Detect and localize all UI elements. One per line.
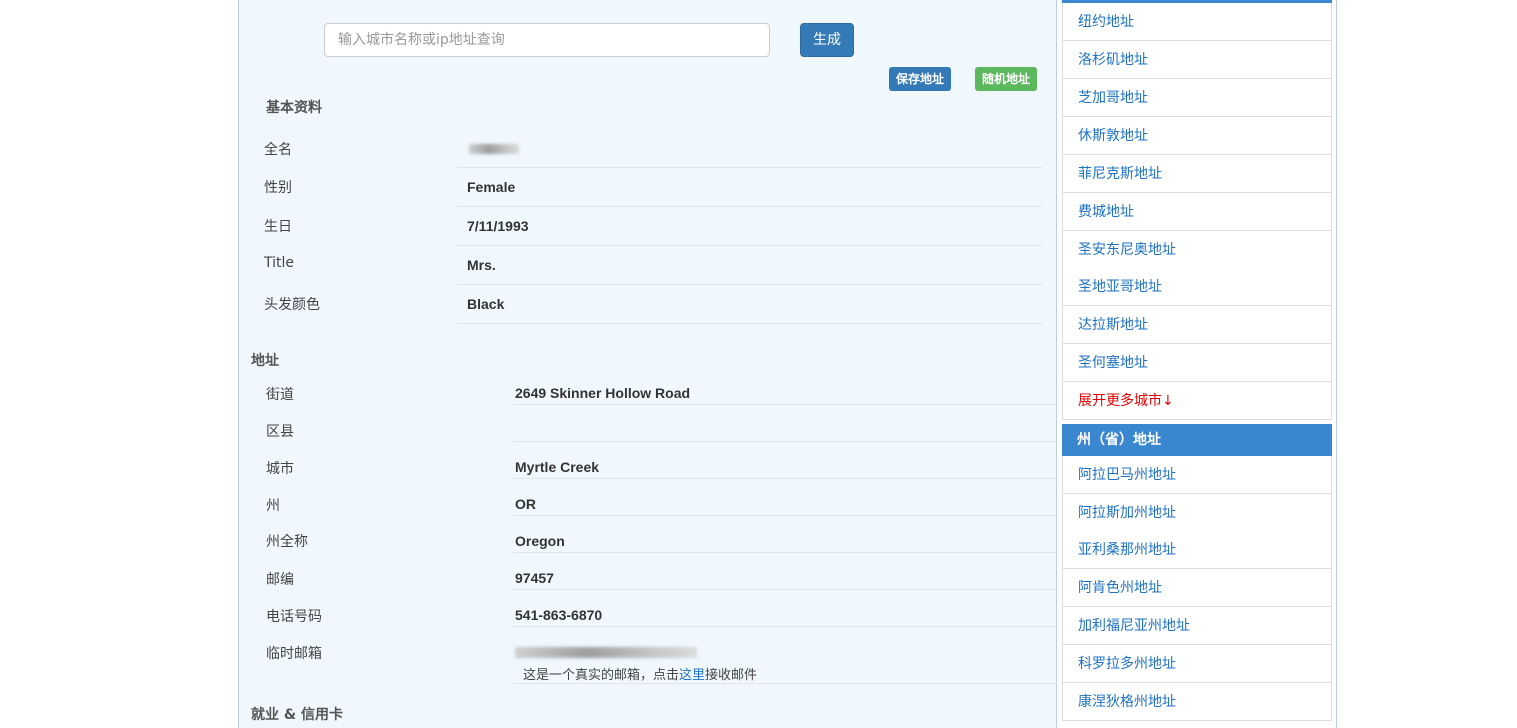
sidebar-item-state[interactable]: 阿拉巴马州地址 (1062, 456, 1332, 494)
field-label-phone: 电话号码 (266, 609, 322, 625)
field-label-zip: 邮编 (266, 572, 294, 588)
row-divider (457, 245, 1042, 246)
field-value-birthday: 7/11/1993 (467, 218, 529, 234)
row-divider (513, 404, 1057, 405)
field-label-title: Title (264, 255, 295, 271)
field-label-temp-email: 临时邮箱 (266, 646, 322, 662)
receive-email-link[interactable]: 这里 (679, 668, 705, 683)
search-input[interactable] (324, 23, 770, 57)
field-label-city: 城市 (266, 461, 294, 477)
field-label-county: 区县 (266, 424, 294, 440)
basic-info-title: 基本资料 (266, 100, 322, 116)
row-divider (457, 167, 1042, 168)
sidebar-item-state[interactable]: 阿肯色州地址 (1062, 569, 1332, 607)
sidebar-item-city[interactable]: 圣地亚哥地址 (1062, 268, 1332, 306)
expand-more-cities-link[interactable]: 展开更多城市↓ (1062, 382, 1332, 420)
sidebar-item-city[interactable]: 菲尼克斯地址 (1062, 155, 1332, 193)
redacted-email (515, 647, 697, 658)
sidebar-item-city[interactable]: 圣安东尼奥地址 (1062, 231, 1332, 269)
sidebar-item-city[interactable]: 费城地址 (1062, 193, 1332, 231)
main-panel: 生成 保存地址 随机地址 基本资料 全名 性别 Female 生日 7/11/1… (238, 0, 1057, 728)
sidebar-item-city[interactable]: 休斯敦地址 (1062, 117, 1332, 155)
email-note-prefix: 这是一个真实的邮箱，点击 (523, 668, 680, 683)
field-value-city: Myrtle Creek (515, 459, 600, 475)
sidebar-item-city[interactable]: 达拉斯地址 (1062, 306, 1332, 344)
row-divider (457, 323, 1042, 324)
field-label-hair-color: 头发颜色 (264, 297, 320, 313)
address-title: 地址 (251, 353, 279, 369)
field-label-birthday: 生日 (264, 219, 292, 235)
row-divider (513, 589, 1057, 590)
row-divider (513, 441, 1057, 442)
sidebar-item-city[interactable]: 圣何塞地址 (1062, 344, 1332, 382)
sidebar-item-city[interactable]: 纽约地址 (1062, 3, 1332, 41)
page: 生成 保存地址 随机地址 基本资料 全名 性别 Female 生日 7/11/1… (0, 0, 1517, 728)
field-value-state: OR (515, 496, 536, 512)
field-value-zip: 97457 (515, 570, 554, 586)
row-divider (513, 552, 1057, 553)
sidebar: 纽约地址 洛杉矶地址 芝加哥地址 休斯敦地址 菲尼克斯地址 费城地址 圣安东尼奥… (1060, 0, 1332, 728)
row-divider (513, 626, 1057, 627)
email-note-suffix: 接收邮件 (705, 668, 758, 683)
field-label-gender: 性别 (264, 180, 292, 196)
sidebar-item-state[interactable]: 加利福尼亚州地址 (1062, 607, 1332, 645)
state-section-header: 州（省）地址 (1062, 424, 1332, 456)
sidebar-item-state[interactable]: 科罗拉多州地址 (1062, 645, 1332, 683)
field-label-state: 州 (266, 498, 280, 514)
field-value-street: 2649 Skinner Hollow Road (515, 385, 691, 401)
save-address-button[interactable]: 保存地址 (889, 67, 951, 91)
sidebar-item-city[interactable]: 芝加哥地址 (1062, 79, 1332, 117)
employment-title: 就业 & 信用卡 (251, 707, 343, 723)
sidebar-item-state[interactable]: 亚利桑那州地址 (1062, 531, 1332, 569)
redacted-name (469, 144, 519, 154)
row-divider (513, 478, 1057, 479)
row-divider (457, 206, 1042, 207)
email-note: 这是一个真实的邮箱，点击这里接收邮件 (523, 664, 757, 683)
field-value-state-full: Oregon (515, 533, 565, 549)
sidebar-item-state[interactable]: 阿拉斯加州地址 (1062, 494, 1332, 532)
field-label-fullname: 全名 (264, 142, 292, 158)
generate-button[interactable]: 生成 (800, 23, 854, 57)
sidebar-item-state[interactable]: 康涅狄格州地址 (1062, 683, 1332, 721)
row-divider (457, 284, 1042, 285)
sidebar-item-city[interactable]: 洛杉矶地址 (1062, 41, 1332, 79)
field-value-title: Mrs. (467, 257, 496, 273)
field-value-phone: 541-863-6870 (515, 607, 603, 623)
field-label-street: 街道 (266, 387, 294, 403)
random-address-button[interactable]: 随机地址 (975, 67, 1037, 91)
field-value-hair-color: Black (467, 296, 505, 312)
row-divider (513, 515, 1057, 516)
row-divider (513, 683, 1057, 684)
field-label-state-full: 州全称 (266, 534, 308, 550)
field-value-gender: Female (467, 179, 516, 195)
sidebar-border (1336, 0, 1337, 728)
